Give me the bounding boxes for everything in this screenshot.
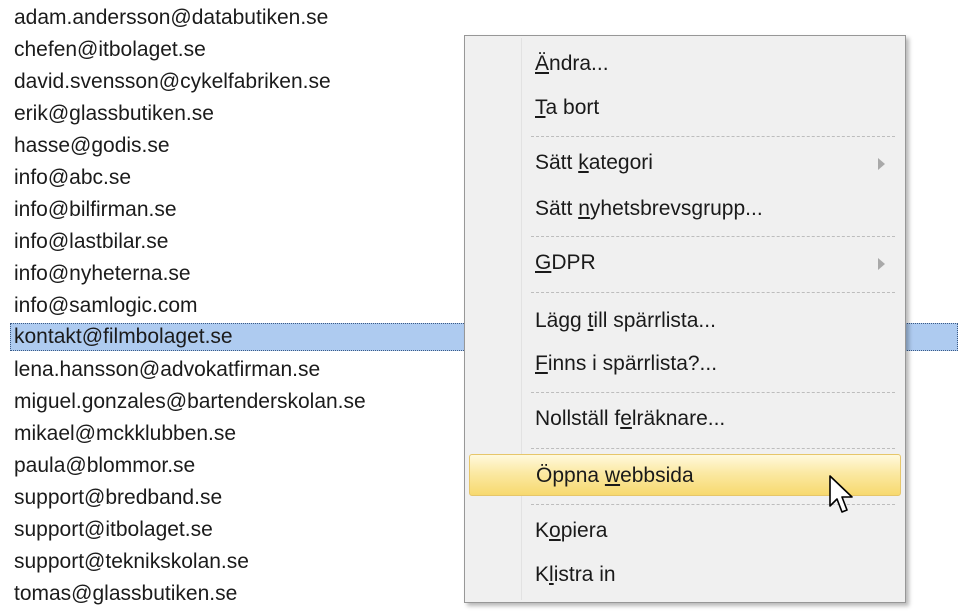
menu-item-delete[interactable]: Ta bort — [469, 87, 901, 129]
menu-item-check-blocklist[interactable]: Finns i spärrlista?... — [469, 343, 901, 385]
list-item[interactable]: adam.andersson@databutiken.se — [10, 4, 958, 32]
menu-item-label: Klistra in — [535, 563, 616, 586]
mouse-pointer-icon — [829, 475, 853, 513]
menu-item-label: Ta bort — [535, 96, 600, 119]
menu-separator — [531, 292, 895, 293]
menu-item-label: Lägg till spärrlista... — [535, 309, 716, 332]
menu-separator — [531, 392, 895, 393]
menu-item-gdpr[interactable]: GDPR — [469, 242, 901, 284]
menu-item-set-newsletter-group[interactable]: Sätt nyhetsbrevsgrupp... — [469, 188, 901, 230]
menu-separator — [531, 448, 895, 449]
menu-item-label: Ändra... — [535, 52, 609, 75]
menu-separator — [531, 236, 895, 237]
menu-item-edit[interactable]: Ändra... — [469, 43, 901, 85]
menu-separator — [531, 136, 895, 137]
menu-item-label: Kopiera — [535, 519, 608, 542]
menu-item-set-category[interactable]: Sätt kategori — [469, 142, 901, 184]
menu-item-label: Sätt kategori — [535, 151, 653, 174]
menu-item-label: Sätt nyhetsbrevsgrupp... — [535, 197, 763, 220]
context-menu: Ändra... Ta bort Sätt kategori Sätt nyhe… — [464, 35, 906, 603]
menu-item-label: Nollställ felräknare... — [535, 407, 726, 430]
submenu-arrow-icon — [878, 158, 885, 170]
menu-item-reset-error-counter[interactable]: Nollställ felräknare... — [469, 398, 901, 440]
submenu-arrow-icon — [878, 258, 885, 270]
menu-item-add-to-blocklist[interactable]: Lägg till spärrlista... — [469, 300, 901, 342]
menu-item-label: Öppna webbsida — [536, 464, 694, 487]
menu-item-label: GDPR — [535, 251, 596, 274]
menu-item-label: Finns i spärrlista?... — [535, 352, 718, 375]
menu-item-paste[interactable]: Klistra in — [469, 554, 901, 596]
menu-item-copy[interactable]: Kopiera — [469, 510, 901, 552]
